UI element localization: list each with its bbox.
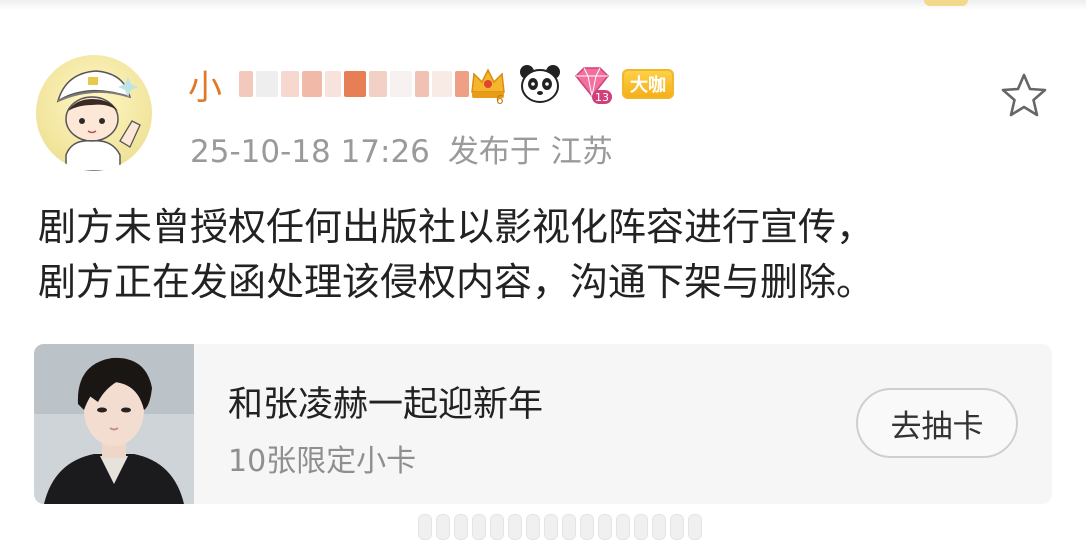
post-content: 剧方未曾授权任何出版社以影视化阵容进行宣传， 剧方正在发函处理该侵权内容，沟通下… — [38, 200, 1068, 310]
username[interactable]: 小 — [188, 60, 223, 109]
username-mosaic — [239, 66, 469, 102]
promo-card-title[interactable]: 和张凌赫一起迎新年 — [228, 376, 543, 427]
avatar[interactable] — [36, 55, 152, 171]
user-badges: 6 13 大咖 — [466, 62, 674, 106]
promo-card-thumbnail — [34, 344, 194, 504]
watermark-mosaic — [418, 512, 702, 542]
panda-icon[interactable] — [518, 62, 562, 106]
post-meta: 25-10-18 17:26 发布于 江苏 — [190, 126, 613, 171]
favorite-button[interactable] — [998, 70, 1050, 122]
crown-level: 6 — [496, 93, 504, 106]
draw-card-button[interactable]: 去抽卡 — [856, 388, 1018, 458]
star-outline-icon — [1001, 73, 1047, 117]
post-location: 发布于 江苏 — [447, 134, 613, 170]
post-content-line: 剧方未曾授权任何出版社以影视化阵容进行宣传， — [38, 205, 875, 249]
promo-card[interactable]: 和张凌赫一起迎新年 10张限定小卡 去抽卡 — [34, 344, 1052, 504]
username-row[interactable]: 小 — [188, 60, 469, 109]
post-timestamp: 25-10-18 17:26 — [190, 134, 430, 170]
top-divider — [0, 0, 1086, 10]
dk-badge[interactable]: 大咖 — [622, 69, 674, 99]
promo-card-subtitle: 10张限定小卡 — [228, 444, 417, 479]
top-accent-decoration — [924, 0, 968, 6]
post-content-line: 剧方正在发函处理该侵权内容，沟通下架与删除。 — [38, 260, 875, 304]
crown-icon[interactable]: 6 — [466, 62, 510, 106]
gem-level: 13 — [595, 91, 609, 104]
avatar-illustration — [56, 70, 141, 171]
diamond-icon[interactable]: 13 — [570, 62, 614, 106]
